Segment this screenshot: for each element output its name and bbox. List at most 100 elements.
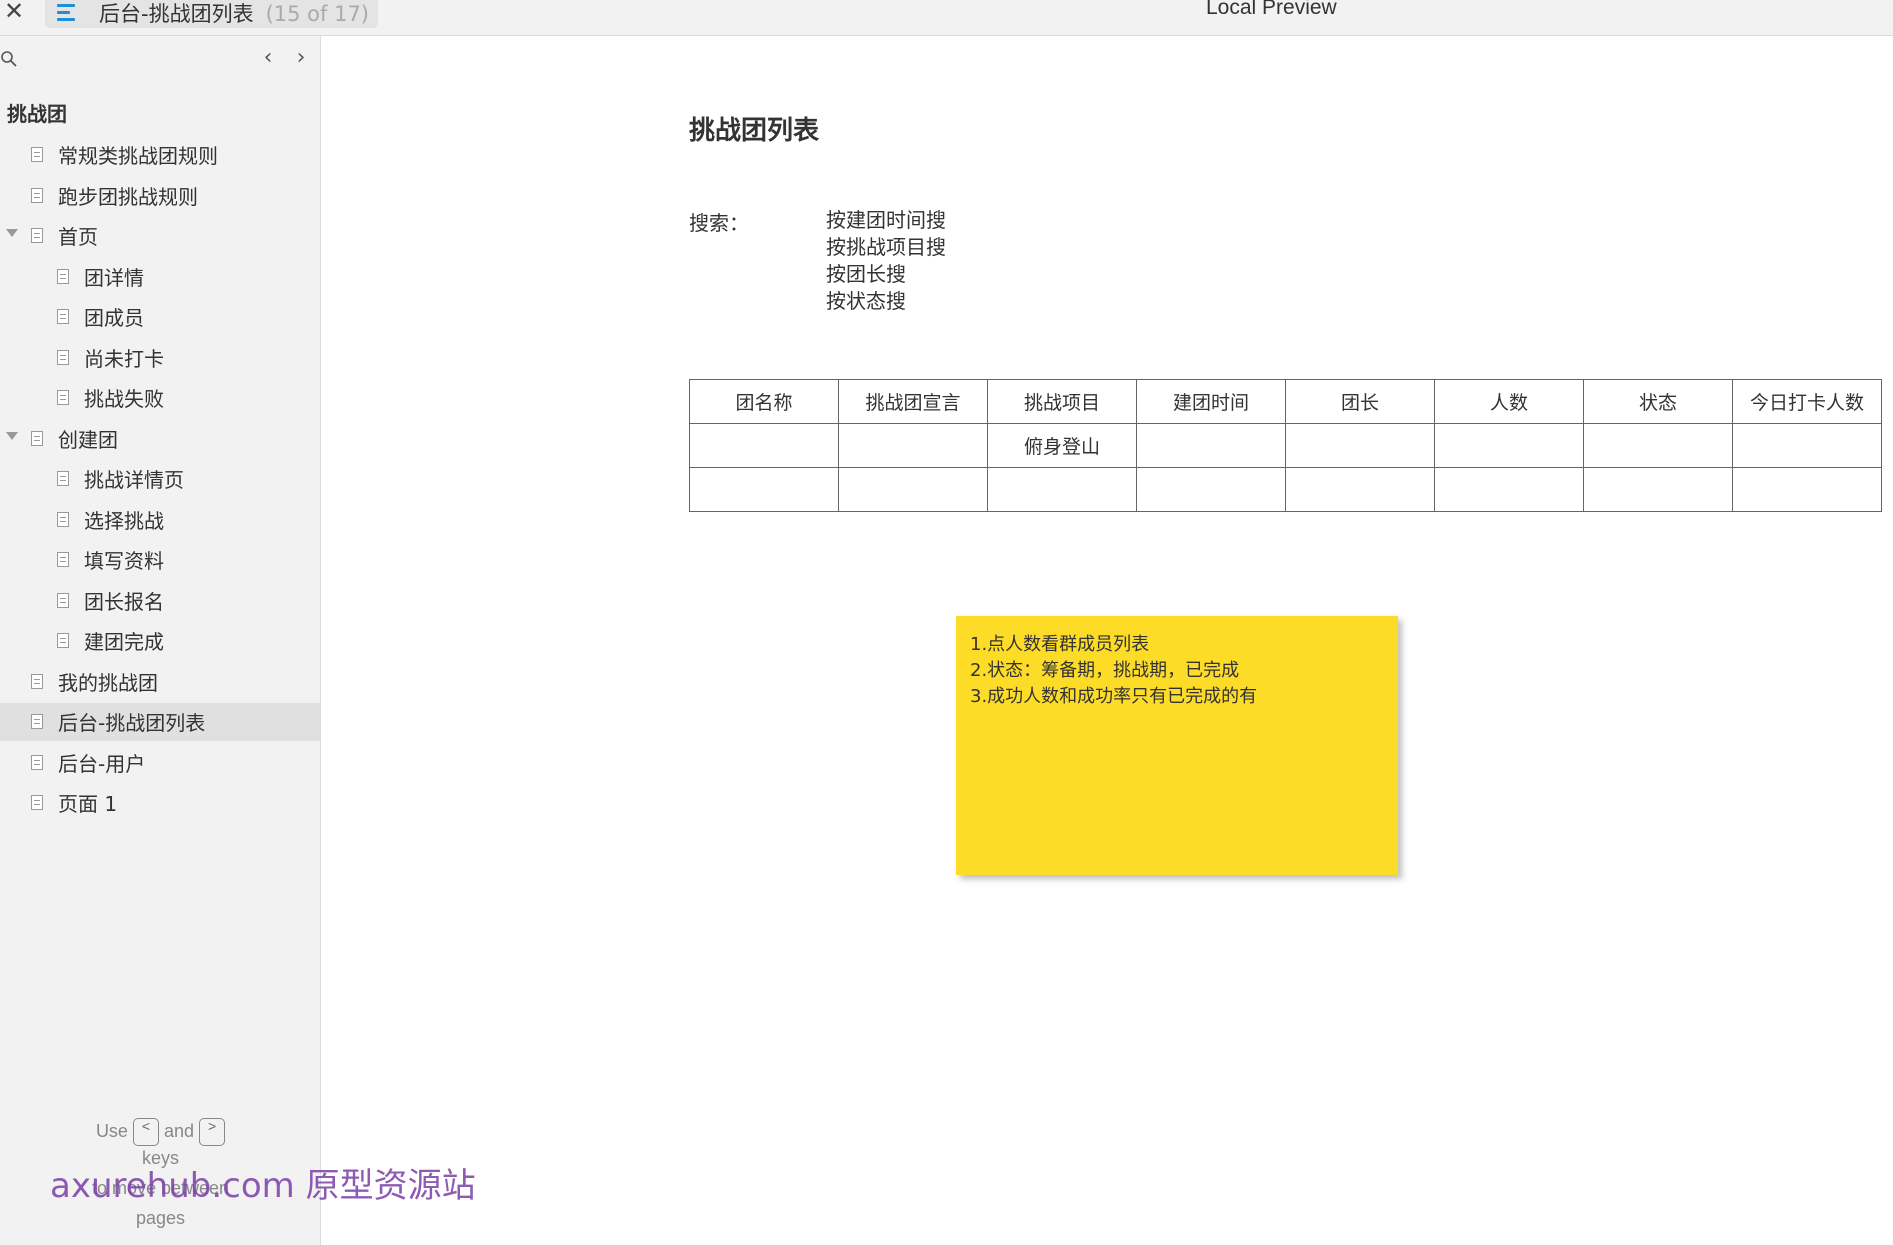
search-option: 按团长搜 bbox=[826, 262, 906, 286]
caret-down-icon[interactable] bbox=[6, 431, 18, 440]
sidebar-item-label: 挑战失败 bbox=[84, 387, 164, 411]
page-icon bbox=[31, 187, 43, 203]
sidebar-item[interactable]: 填写资料 bbox=[0, 541, 320, 579]
sidebar-item-label: 团成员 bbox=[84, 306, 144, 330]
table-cell bbox=[987, 467, 1137, 512]
sidebar-item[interactable]: 建团完成 bbox=[0, 622, 320, 660]
sidebar-item[interactable]: 常规类挑战团规则 bbox=[0, 136, 320, 174]
search-option: 按状态搜 bbox=[826, 289, 906, 313]
page-icon bbox=[31, 147, 43, 162]
note-line: 2.状态：筹备期，挑战期，已完成 bbox=[970, 660, 1240, 681]
app-title: Local Preview bbox=[1206, 0, 1337, 19]
sidebar-item[interactable]: 跑步团挑战规则 bbox=[0, 177, 320, 215]
keyboard-help: Use < and > bbox=[0, 1118, 321, 1146]
sidebar-item-label: 首页 bbox=[58, 225, 98, 249]
table-cell bbox=[1732, 467, 1882, 512]
page-icon bbox=[31, 430, 43, 446]
column-header: 今日打卡人数 bbox=[1732, 379, 1882, 424]
page-icon bbox=[57, 309, 69, 324]
search-icon[interactable] bbox=[0, 50, 18, 68]
current-page-title: 后台-挑战团列表 (15 of 17) bbox=[99, 2, 369, 26]
sidebar-item[interactable]: 后台-用户 bbox=[0, 744, 320, 782]
search-label: 搜索： bbox=[689, 211, 749, 235]
prev-key-icon: < bbox=[132, 1118, 159, 1146]
table-cell bbox=[1583, 467, 1733, 512]
page-icon bbox=[31, 754, 43, 770]
sidebar-item-label: 后台-用户 bbox=[58, 751, 146, 776]
sidebar-item-label: 建团完成 bbox=[84, 630, 164, 654]
page-selector-tab[interactable]: 后台-挑战团列表 (15 of 17) bbox=[45, 0, 378, 28]
table-cell bbox=[1583, 423, 1733, 468]
search-option: 按建团时间搜 bbox=[826, 208, 946, 232]
sidebar-item[interactable]: 后台-挑战团列表 bbox=[0, 703, 320, 741]
column-header: 状态 bbox=[1583, 379, 1733, 424]
table-cell bbox=[689, 423, 839, 468]
page-icon bbox=[31, 795, 43, 810]
sidebar-item[interactable]: 团长报名 bbox=[0, 582, 320, 620]
table-cell bbox=[689, 467, 839, 512]
sidebar-item-label: 团详情 bbox=[84, 265, 144, 290]
sidebar-item[interactable]: 团详情 bbox=[0, 258, 320, 296]
column-header: 团长 bbox=[1285, 379, 1435, 424]
help-text: pages bbox=[135, 1208, 186, 1228]
table-cell bbox=[1434, 423, 1584, 468]
chevron-right-icon[interactable]: › bbox=[291, 46, 311, 70]
page-count: (15 of 17) bbox=[265, 2, 369, 26]
note-line: 3.成功人数和成功率只有已完成的有 bbox=[970, 686, 1258, 707]
column-header: 建团时间 bbox=[1136, 379, 1286, 424]
table-row: 俯身登山 bbox=[689, 423, 1882, 468]
table-cell bbox=[1285, 467, 1435, 512]
sidebar-item-label: 我的挑战团 bbox=[58, 670, 158, 695]
page-icon bbox=[31, 673, 43, 689]
sidebar-item-label: 团长报名 bbox=[84, 589, 164, 614]
table-cell bbox=[1136, 467, 1286, 512]
column-header: 人数 bbox=[1434, 379, 1584, 424]
sidebar-item-label: 创建团 bbox=[58, 427, 118, 452]
sticky-note: 1.点人数看群成员列表 2.状态：筹备期，挑战期，已完成 3.成功人数和成功率只… bbox=[956, 616, 1398, 875]
page-icon bbox=[57, 552, 69, 567]
page-title: 挑战团列表 bbox=[689, 116, 820, 146]
column-header: 团名称 bbox=[689, 379, 839, 424]
page-icon bbox=[57, 268, 69, 284]
table-cell bbox=[1285, 423, 1435, 468]
page-icon bbox=[57, 349, 69, 365]
sidebar-item[interactable]: 挑战详情页 bbox=[0, 460, 320, 498]
sidebar-item-label: 跑步团挑战规则 bbox=[58, 184, 198, 209]
column-header: 挑战团宣言 bbox=[838, 379, 988, 424]
table-cell bbox=[1136, 423, 1286, 468]
watermark: axurehub.com 原型资源站 bbox=[50, 1166, 476, 1206]
sidebar-item[interactable]: 我的挑战团 bbox=[0, 663, 320, 701]
search-option: 按挑战项目搜 bbox=[826, 235, 946, 259]
sidebar-item-label: 选择挑战 bbox=[84, 508, 164, 533]
sidebar-item[interactable]: 选择挑战 bbox=[0, 501, 320, 539]
sidebar-item-label: 常规类挑战团规则 bbox=[58, 144, 218, 168]
sidebar-item-label: 页面 1 bbox=[58, 792, 118, 816]
page-icon bbox=[57, 633, 69, 648]
help-text: and bbox=[163, 1120, 195, 1141]
next-key-icon: > bbox=[199, 1118, 226, 1146]
page-icon bbox=[57, 592, 69, 608]
sidebar-item[interactable]: 创建团 bbox=[0, 420, 320, 458]
page-icon bbox=[57, 471, 69, 486]
close-icon[interactable]: ✕ bbox=[2, 0, 26, 28]
search-options: 按建团时间搜 按挑战项目搜 按团长搜 按状态搜 bbox=[826, 207, 946, 315]
note-line: 1.点人数看群成员列表 bbox=[970, 634, 1150, 655]
sidebar-item[interactable]: 团成员 bbox=[0, 298, 320, 336]
page-icon bbox=[31, 228, 43, 243]
table-cell bbox=[1732, 423, 1882, 468]
column-header: 挑战项目 bbox=[987, 379, 1137, 424]
page-icon bbox=[31, 714, 43, 729]
table-row bbox=[689, 467, 1882, 512]
sidebar-section-title: 挑战团 bbox=[7, 102, 67, 126]
chevron-left-icon[interactable]: ‹ bbox=[258, 46, 278, 70]
page-icon bbox=[57, 390, 69, 405]
table-cell: 俯身登山 bbox=[987, 423, 1137, 468]
table-cell bbox=[838, 423, 988, 468]
sidebar-item[interactable]: 尚未打卡 bbox=[0, 339, 320, 377]
sidebar-item[interactable]: 挑战失败 bbox=[0, 379, 320, 417]
sidebar-item-label: 填写资料 bbox=[84, 549, 164, 573]
caret-down-icon[interactable] bbox=[6, 229, 18, 237]
menu-icon[interactable] bbox=[57, 4, 81, 24]
sidebar-item[interactable]: 首页 bbox=[0, 217, 320, 255]
sidebar-item[interactable]: 页面 1 bbox=[0, 784, 320, 822]
